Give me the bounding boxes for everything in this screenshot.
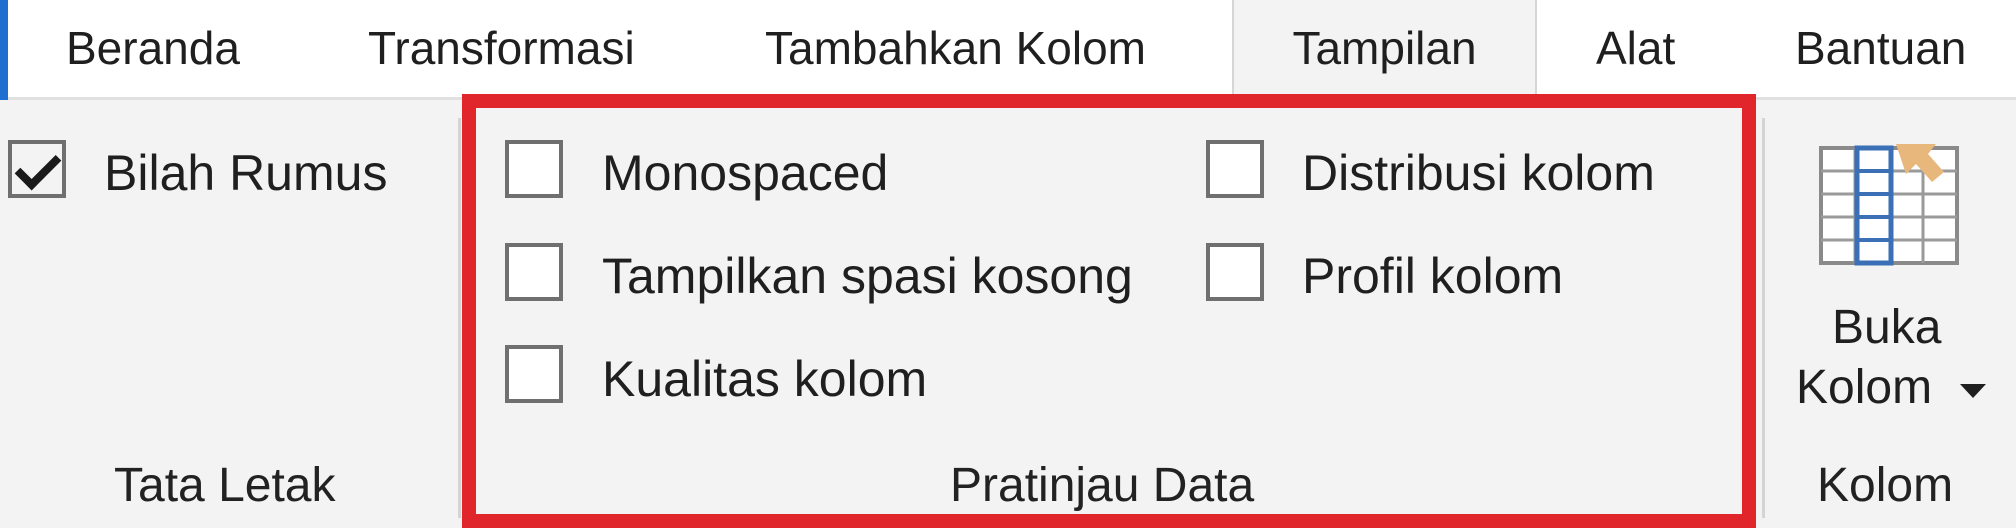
buka-kolom-button[interactable]: Buka Kolom: [1770, 130, 2010, 430]
group-divider: [1762, 118, 1765, 518]
tab-tambahkan-kolom[interactable]: Tambahkan Kolom: [765, 0, 1146, 97]
tab-transformasi[interactable]: Transformasi: [368, 0, 635, 97]
group-divider: [458, 118, 461, 518]
ribbon-tab-bar: Beranda Transformasi Tambahkan Kolom Tam…: [0, 0, 2016, 100]
group-label-tata-letak: Tata Letak: [114, 459, 336, 512]
tab-bantuan[interactable]: Bantuan: [1795, 0, 1966, 97]
go-to-column-icon: [1819, 144, 1959, 266]
buka-kolom-label-line2: Kolom: [1796, 361, 1933, 414]
tab-alat[interactable]: Alat: [1596, 0, 1675, 97]
tab-beranda[interactable]: Beranda: [66, 0, 240, 97]
tab-tampilan[interactable]: Tampilan: [1232, 0, 1537, 100]
buka-kolom-label-line1: Buka: [1832, 301, 1942, 354]
caret-down-icon[interactable]: [1960, 384, 1986, 400]
group-label-kolom: Kolom: [1817, 459, 1954, 512]
bilah-rumus-label[interactable]: Bilah Rumus: [104, 144, 387, 202]
file-tab-accent: [0, 0, 8, 100]
highlight-box: [462, 94, 1756, 528]
bilah-rumus-checkbox[interactable]: [8, 140, 66, 198]
